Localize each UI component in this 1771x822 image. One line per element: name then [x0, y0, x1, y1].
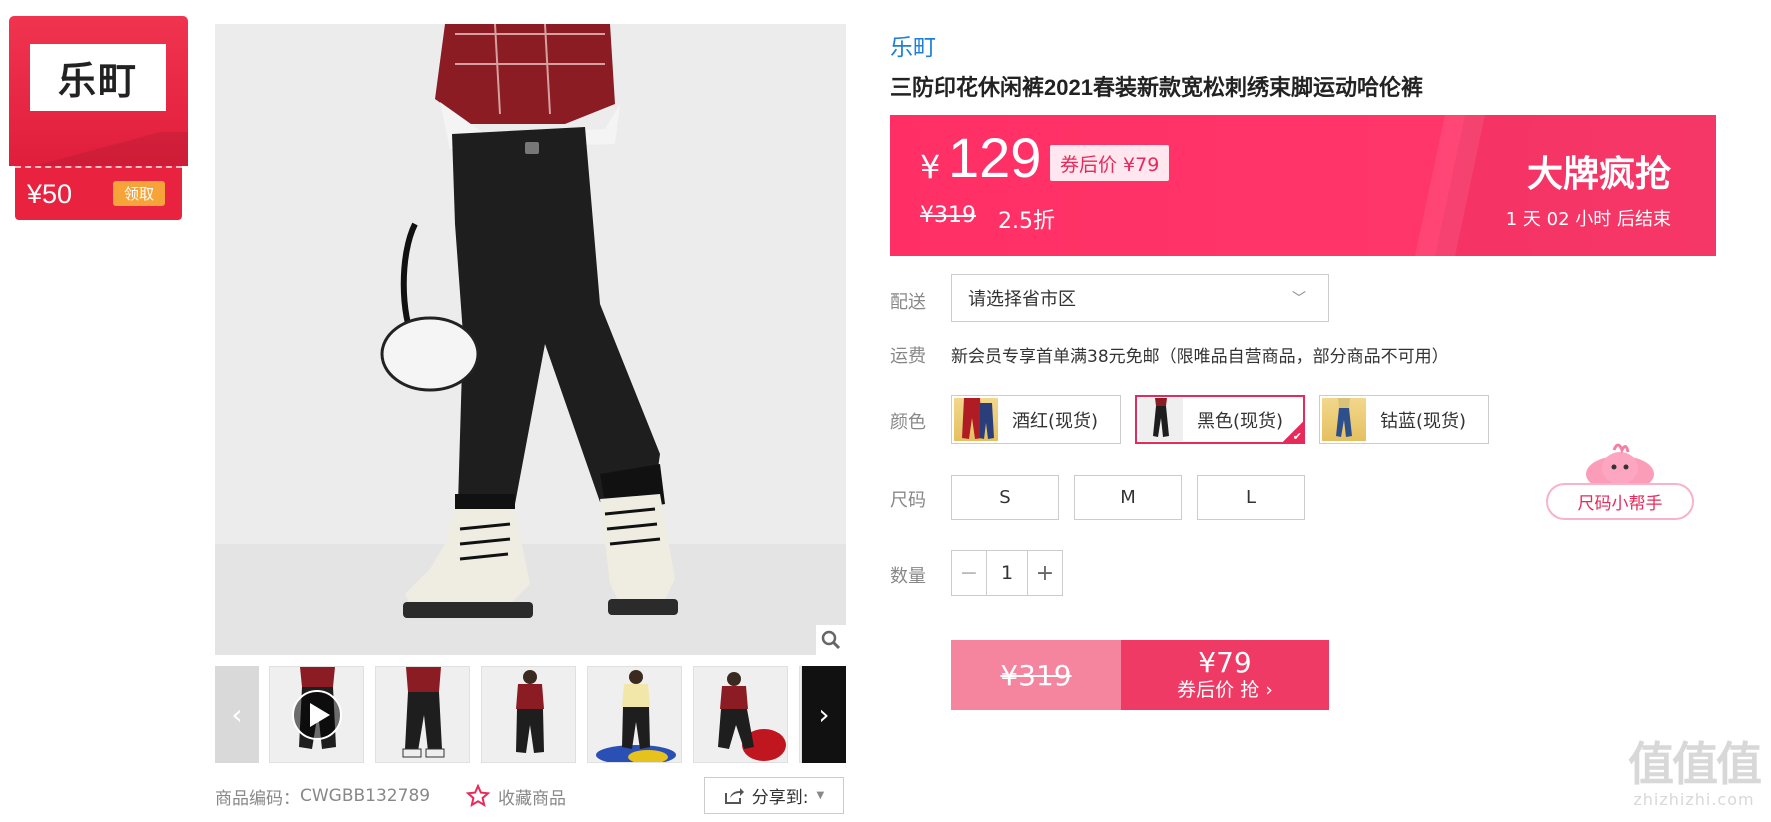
brand-coupon-card: 乐町 ¥50 领取: [9, 16, 188, 221]
region-select-value: 请选择省市区: [968, 289, 1076, 310]
thumbnail-image: [270, 667, 363, 762]
size-helper[interactable]: 尺码小帮手: [1546, 440, 1694, 520]
coupon-strip: ¥50 领取: [15, 166, 182, 220]
quantity-label: 数量: [890, 566, 926, 587]
size-option-s[interactable]: S: [951, 475, 1059, 520]
watermark-site: zhizhizhi.com: [1633, 790, 1755, 809]
color-swatch: [954, 398, 998, 441]
coupon-amount: ¥50: [27, 178, 73, 209]
swatch-image: [1153, 398, 1169, 437]
color-swatch: [1139, 398, 1183, 441]
buy-now-button[interactable]: ¥79 券后价 抢 ›: [1121, 640, 1329, 710]
sku-label: 商品编码：: [215, 788, 300, 809]
thumbnail-image: [694, 667, 787, 762]
color-option-label: 黑色(现货): [1197, 410, 1284, 432]
main-product-image[interactable]: [215, 24, 846, 655]
share-label: 分享到:: [751, 788, 809, 808]
product-page: 乐町 ¥50 领取 ‹ › 商品编码： CWGBB132789 收藏商品 分享到…: [0, 0, 1771, 822]
thumbnail-prev-button[interactable]: ‹: [215, 666, 259, 763]
after-coupon-badge: 券后价 ¥79: [1050, 145, 1170, 181]
watermark-logo: 值值值: [1628, 737, 1762, 791]
brand-link[interactable]: 乐町: [890, 28, 936, 62]
favorite-button[interactable]: 收藏商品: [466, 778, 566, 814]
size-label: 尺码: [890, 490, 926, 511]
brand-logo[interactable]: 乐町: [30, 44, 166, 111]
size-option-m[interactable]: M: [1074, 475, 1182, 520]
size-helper-label: 尺码小帮手: [1546, 483, 1694, 520]
color-option-cobalt-blue[interactable]: 钴蓝(现货): [1319, 395, 1489, 444]
buy-price: ¥79: [1198, 646, 1252, 679]
site-watermark: 值值值 zhizhizhi.com: [1620, 738, 1768, 809]
star-icon: [466, 784, 490, 808]
color-option-label: 酒红(现货): [1012, 410, 1099, 432]
thumbnail-strip: ‹ ›: [215, 666, 846, 763]
sale-price: 129: [948, 126, 1042, 189]
share-icon: [724, 787, 744, 804]
delivery-label: 配送: [890, 292, 926, 313]
thumbnail-next-button[interactable]: ›: [802, 666, 846, 763]
quantity-stepper: − 1 +: [951, 550, 1063, 596]
thumbnail-2[interactable]: [375, 666, 470, 763]
caret-down-icon: ▼: [816, 790, 825, 801]
shipping-label: 运费: [890, 346, 926, 367]
sku-row: 商品编码： CWGBB132789: [215, 778, 430, 814]
original-price: ¥319: [920, 203, 976, 228]
currency-symbol: ¥: [920, 148, 941, 186]
region-select[interactable]: 请选择省市区 ﹀: [951, 274, 1329, 322]
share-button[interactable]: 分享到: ▼: [704, 777, 844, 814]
buy-button[interactable]: ¥319 ¥79 券后价 抢 ›: [951, 640, 1329, 710]
sku-value: CWGBB132789: [300, 786, 431, 806]
claim-coupon-button[interactable]: 领取: [113, 181, 165, 206]
buy-original-price: ¥319: [951, 640, 1121, 710]
countdown-timer: 1 天 02 小时 后结束: [1505, 209, 1671, 230]
thumbnail-image: [482, 667, 575, 762]
quantity-decrement-button[interactable]: −: [952, 551, 986, 595]
quantity-increment-button[interactable]: +: [1028, 551, 1062, 595]
favorite-label: 收藏商品: [498, 788, 566, 809]
swatch-image: [962, 398, 994, 439]
product-photo: [215, 24, 846, 655]
buy-label: 券后价 抢 ›: [1177, 679, 1273, 701]
shipping-info: 新会员专享首单满38元免邮（限唯品自营商品，部分商品不可用）: [951, 347, 1449, 367]
product-title: 三防印花休闲裤2021春装新款宽松刺绣束脚运动哈伦裤: [890, 75, 1423, 100]
chevron-left-icon: ‹: [231, 698, 243, 731]
color-label: 颜色: [890, 412, 926, 433]
thumbnail-4[interactable]: [587, 666, 682, 763]
video-thumbnail[interactable]: [269, 666, 364, 763]
promo-title: 大牌疯抢: [1526, 154, 1671, 195]
thumbnail-image: [588, 667, 681, 762]
helper-mascot-icon: [1586, 443, 1654, 488]
brand-card-header: 乐町: [9, 16, 188, 166]
discount-rate: 2.5折: [998, 209, 1055, 234]
chevron-right-icon: ›: [818, 698, 830, 731]
selected-check-icon: ✔: [1282, 421, 1304, 443]
color-option-black[interactable]: 黑色(现货) ✔: [1135, 395, 1305, 444]
swatch-image: [1336, 398, 1352, 437]
quantity-input[interactable]: 1: [986, 551, 1028, 595]
thumbnail-image: [376, 667, 469, 762]
thumbnail-5[interactable]: [693, 666, 788, 763]
color-swatch: [1322, 398, 1366, 441]
color-option-label: 钴蓝(现货): [1380, 410, 1467, 432]
magnifier-icon: [821, 630, 841, 650]
price-banner: ¥ 129 券后价 ¥79 ¥319 2.5折 大牌疯抢 1 天 02 小时 后…: [890, 115, 1716, 256]
size-option-l[interactable]: L: [1197, 475, 1305, 520]
chevron-down-icon: ﹀: [1292, 291, 1306, 307]
zoom-icon[interactable]: [816, 625, 846, 655]
color-option-wine-red[interactable]: 酒红(现货): [951, 395, 1121, 444]
thumbnail-3[interactable]: [481, 666, 576, 763]
